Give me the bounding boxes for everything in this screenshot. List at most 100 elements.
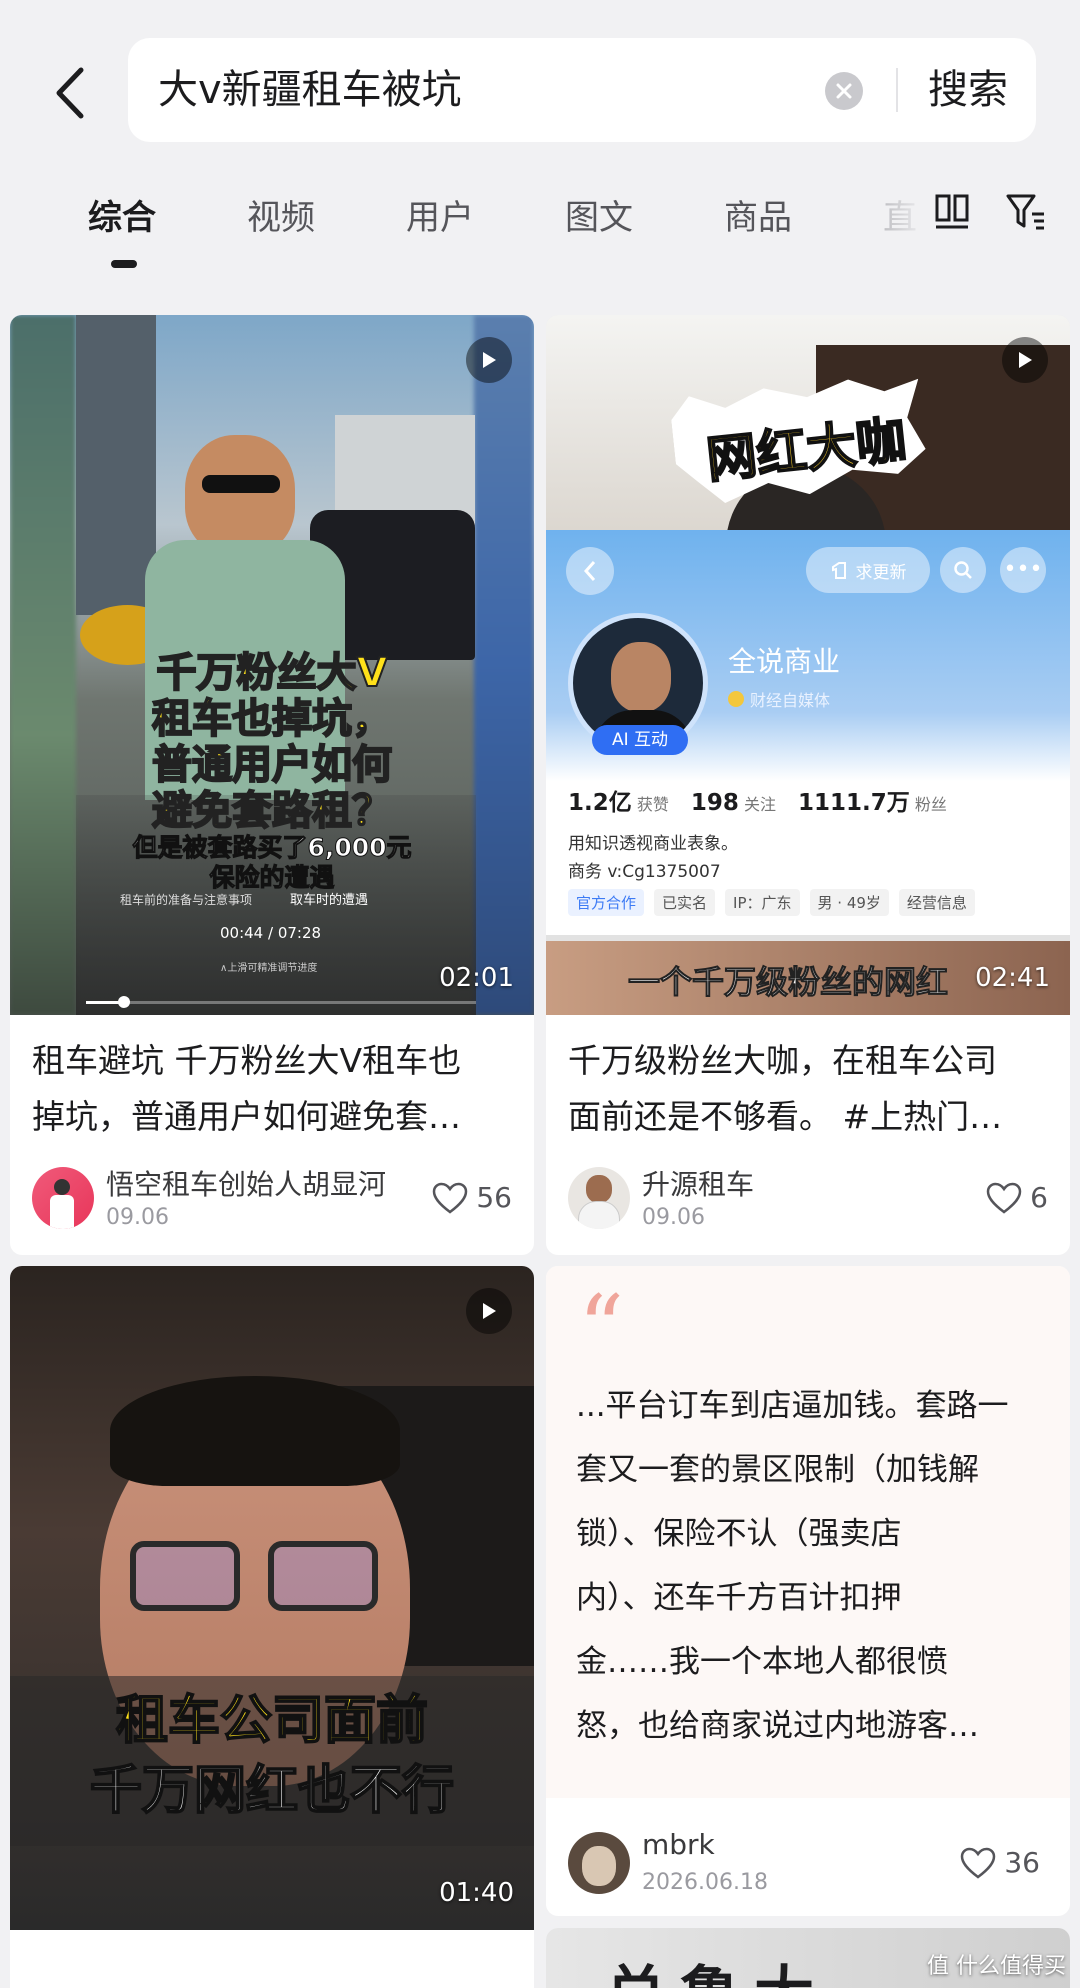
like-button[interactable]: 6: [986, 1181, 1048, 1214]
search-bar[interactable]: 大v新疆租车被坑 搜索: [128, 38, 1036, 142]
video-headline: 千万粉丝大V 租车也掉坑， 普通用户如何 避免套路租？: [10, 649, 534, 835]
clear-search-button[interactable]: [825, 72, 863, 110]
note-line: 怒，也给商家说过内地游客…: [576, 1708, 979, 1744]
like-count: 56: [476, 1181, 512, 1214]
note-line: 内）、还车千方百计扣押: [576, 1580, 902, 1616]
post-date: 09.06: [106, 1205, 169, 1230]
building-right: [335, 415, 475, 525]
title-line: 面前还是不够看。 #上热门…: [568, 1097, 1003, 1136]
glasses-lens: [130, 1541, 240, 1611]
heart-icon: [961, 1847, 996, 1879]
heart-icon: [433, 1182, 468, 1214]
note-text: ...平台订车到店逼加钱。套路一 套又一套的景区限制（加钱解 锁）、保险不认（强…: [576, 1374, 1056, 1758]
tab-comprehensive[interactable]: 综合: [88, 190, 156, 239]
filter-icon: [1006, 194, 1044, 230]
chevron-left-icon: [583, 561, 596, 581]
search-input[interactable]: 大v新疆租车被坑: [158, 38, 462, 142]
post-date: 09.06: [642, 1205, 705, 1230]
play-icon: [466, 337, 512, 383]
tab-fade: [868, 170, 928, 270]
avatar[interactable]: [32, 1167, 94, 1229]
layout-toggle-button[interactable]: [930, 190, 974, 234]
double-column-icon: [935, 194, 969, 229]
stat-item: 198 关注: [691, 790, 776, 816]
back-button[interactable]: [42, 58, 98, 128]
caption-line: 租车公司面前: [115, 1689, 429, 1752]
search-button[interactable]: 搜索: [928, 38, 1008, 142]
like-count: 6: [1030, 1181, 1048, 1214]
tab-goods[interactable]: 商品: [724, 190, 792, 239]
profile-contact: 商务 v:Cg1375007: [568, 862, 721, 882]
tab-video[interactable]: 视频: [247, 190, 315, 239]
person-hair: [110, 1376, 400, 1486]
video-duration: 02:01: [439, 963, 514, 993]
quote-icon: “: [578, 1276, 625, 1381]
progress-fill: [86, 1001, 122, 1004]
ai-tag: AI 互动: [592, 725, 688, 755]
progress-knob[interactable]: [118, 996, 130, 1008]
author-name[interactable]: 悟空租车创始人胡显河: [106, 1163, 386, 1203]
note-preview[interactable]: “ ...平台订车到店逼加钱。套路一 套又一套的景区限制（加钱解 锁）、保险不认…: [546, 1266, 1070, 1798]
post-date: 2026.06.18: [642, 1870, 768, 1895]
author-name[interactable]: 升源租车: [642, 1163, 754, 1203]
avatar[interactable]: [568, 1832, 630, 1894]
video-subline: 但是被套路买了6,000元 保险的遭遇: [10, 833, 534, 893]
card-title[interactable]: 千万级粉丝大咖，在租车公司 面前还是不够看。 #上热门…: [568, 1033, 1048, 1145]
more-icon: •••: [1000, 547, 1046, 593]
profile-search-button: [940, 547, 986, 593]
player-time: 00:44 / 07:28: [220, 924, 322, 942]
result-card[interactable]: 租车公司面前 千万网红也不行 01:40: [10, 1266, 534, 1988]
video-thumbnail[interactable]: 千万粉丝大V 租车也掉坑， 普通用户如何 避免套路租？ 但是被套路买了6,000…: [10, 315, 534, 1015]
avatar-figure: [50, 1195, 74, 1229]
profile-tag: 经营信息: [898, 889, 975, 916]
headline-line: 租车也掉坑，: [151, 695, 393, 743]
avatar[interactable]: [568, 1167, 630, 1229]
caption-line: 千万网红也不行: [89, 1759, 455, 1822]
close-icon: [836, 83, 852, 99]
video-thumbnail[interactable]: 网红大咖 求更新 ••• AI 互动 全说商业 财经自媒体 1.2亿 获赞 19…: [546, 315, 1070, 1015]
heart-icon: [986, 1182, 1022, 1214]
search-divider: [896, 68, 898, 112]
chapter-label: 取车时的遭遇: [290, 893, 369, 908]
result-card[interactable]: “ ...平台订车到店逼加钱。套路一 套又一套的景区限制（加钱解 锁）、保险不认…: [546, 1266, 1070, 1916]
result-card[interactable]: 千万粉丝大V 租车也掉坑， 普通用户如何 避免套路租？ 但是被套路买了6,000…: [10, 315, 534, 1255]
avatar-face: [611, 642, 671, 712]
title-line: 掉坑，普通用户如何避免套…: [32, 1097, 461, 1136]
profile-tag: 已实名: [654, 889, 716, 916]
glasses-lens: [268, 1541, 378, 1611]
tab-image-text[interactable]: 图文: [565, 190, 633, 239]
profile-tag: IP：广东: [725, 889, 800, 916]
result-card[interactable]: 网红大咖 求更新 ••• AI 互动 全说商业 财经自媒体 1.2亿 获赞 19…: [546, 315, 1070, 1255]
profile-tag: 官方合作: [568, 889, 645, 916]
video-subtitle: 一个千万级粉丝的网红: [627, 963, 949, 1002]
title-line: 千万级粉丝大咖，在租车公司: [568, 1041, 997, 1080]
tab-users[interactable]: 用户: [406, 190, 474, 239]
watermark-text: 值 什么值得买: [927, 1954, 1066, 1979]
stat-item: 1.2亿 获赞: [568, 783, 669, 817]
stat-value: 1.2亿: [568, 790, 632, 816]
like-button[interactable]: 56: [432, 1181, 512, 1214]
profile-bio: 用知识透视商业表象。: [568, 834, 738, 854]
play-icon: [1002, 337, 1048, 383]
profile-tag: 男 · 49岁: [809, 889, 889, 916]
note-line: 套又一套的景区限制（加钱解: [576, 1452, 979, 1488]
card-title[interactable]: 租车避坑 千万粉丝大V租车也 掉坑，普通用户如何避免套…: [32, 1033, 512, 1145]
tab-indicator: [111, 260, 137, 268]
avatar-figure: [586, 1175, 612, 1203]
watermark: 值 什么值得买: [927, 1948, 1066, 1980]
chapter-label: 租车前的准备与注意事项: [120, 893, 253, 907]
note-line: 金……我一个本地人都很愤: [576, 1644, 948, 1680]
headline-line: 普通用户如何: [151, 741, 393, 789]
verified-icon: [728, 691, 744, 707]
video-duration: 01:40: [439, 1878, 514, 1908]
stat-value: 198: [690, 790, 739, 816]
stat-label: 获赞: [636, 795, 669, 814]
profile-stats: 1.2亿 获赞 198 关注 1111.7万 粉丝: [568, 783, 947, 817]
subline-line: 但是被套路买了6,000元: [132, 833, 412, 863]
progress-track[interactable]: [86, 1001, 476, 1004]
filter-button[interactable]: [1004, 190, 1048, 234]
like-button[interactable]: 36: [960, 1846, 1040, 1879]
video-thumbnail[interactable]: 租车公司面前 千万网红也不行 01:40: [10, 1266, 534, 1930]
hand-pointer-icon: [831, 562, 846, 579]
author-name[interactable]: mbrk: [642, 1828, 715, 1861]
